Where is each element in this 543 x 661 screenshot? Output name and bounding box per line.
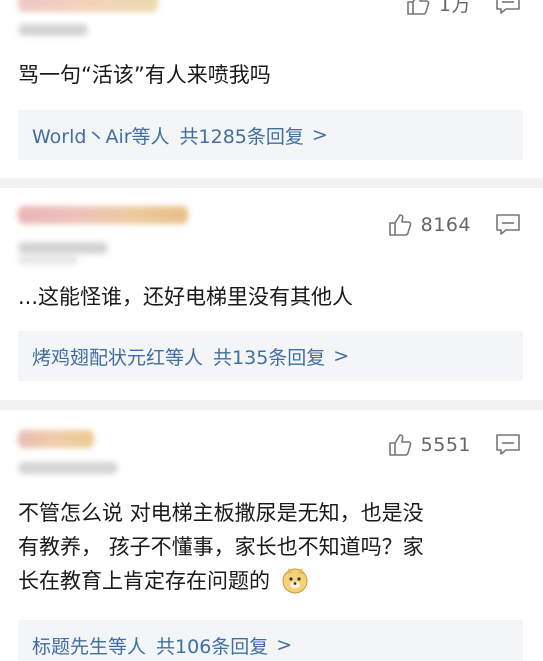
thumbs-up-icon[interactable] xyxy=(387,432,413,458)
comment-3: 5551 不管怎么说 对电梯主板撒尿是无知，也是没 有教养， 孩子不懂事，家长也… xyxy=(0,410,543,661)
comment-actions: 5551 xyxy=(387,432,521,458)
separator xyxy=(0,400,543,410)
comment-text-line: 有教养， 孩子不懂事，家长也不知道吗？家 xyxy=(18,535,424,559)
chevron-right-icon[interactable]: > xyxy=(312,124,328,146)
reply-users[interactable]: 烤鸡翅配状元红等人 xyxy=(32,343,203,370)
thumbs-up-icon[interactable] xyxy=(405,0,431,17)
blurred-username xyxy=(18,206,188,224)
reply-users[interactable]: 标题先生等人 xyxy=(32,632,146,659)
comment-text-line: 不管怎么说 对电梯主板撒尿是无知，也是没 xyxy=(18,501,424,525)
reply-summary[interactable]: 烤鸡翅配状元红等人 共135条回复 > xyxy=(18,331,523,381)
reply-users[interactable]: World丶Air等人 xyxy=(32,122,170,149)
comment-icon[interactable] xyxy=(495,0,521,16)
comment-text-line: 长在教育上肯定存在问题的 xyxy=(18,569,270,593)
reply-summary[interactable]: World丶Air等人 共1285条回复 > xyxy=(18,110,523,160)
blurred-meta xyxy=(18,24,88,36)
blurred-username xyxy=(18,430,94,448)
doge-emoji-icon xyxy=(281,566,309,594)
like-count: 8164 xyxy=(420,214,471,236)
chevron-right-icon[interactable]: > xyxy=(276,634,292,656)
comment-2: 8164 ...这能怪谁，还好电梯里没有其他人 烤鸡翅配状元红等人 共135条回… xyxy=(0,188,543,400)
comment-icon[interactable] xyxy=(495,213,521,237)
reply-count[interactable]: 共135条回复 xyxy=(213,343,325,370)
chevron-right-icon[interactable]: > xyxy=(333,345,349,367)
like-count: 5551 xyxy=(420,434,471,456)
comment-actions: 1万 xyxy=(405,0,521,17)
like-count: 1万 xyxy=(438,0,471,16)
separator xyxy=(0,178,543,188)
reply-summary[interactable]: 标题先生等人 共106条回复 > xyxy=(18,620,523,661)
comment-icon[interactable] xyxy=(495,433,521,457)
comment-text-line-last: 长在教育上肯定存在问题的 xyxy=(18,564,523,598)
blurred-meta xyxy=(18,256,78,264)
comment-actions: 8164 xyxy=(387,212,521,238)
reply-count[interactable]: 共1285条回复 xyxy=(180,122,304,149)
reply-count[interactable]: 共106条回复 xyxy=(156,632,268,659)
comment-text: 骂一句“活该”有人来喷我吗 xyxy=(18,63,271,87)
thumbs-up-icon[interactable] xyxy=(387,212,413,238)
blurred-meta xyxy=(18,242,108,254)
comment-1: 1万 骂一句“活该”有人来喷我吗 World丶Air等人 共1285条回复 > xyxy=(0,0,543,178)
blurred-meta xyxy=(18,462,118,474)
comment-text: ...这能怪谁，还好电梯里没有其他人 xyxy=(18,285,354,309)
comment-text: 不管怎么说 对电梯主板撒尿是无知，也是没 有教养， 孩子不懂事，家长也不知道吗？… xyxy=(18,496,523,598)
blurred-username xyxy=(18,0,158,12)
